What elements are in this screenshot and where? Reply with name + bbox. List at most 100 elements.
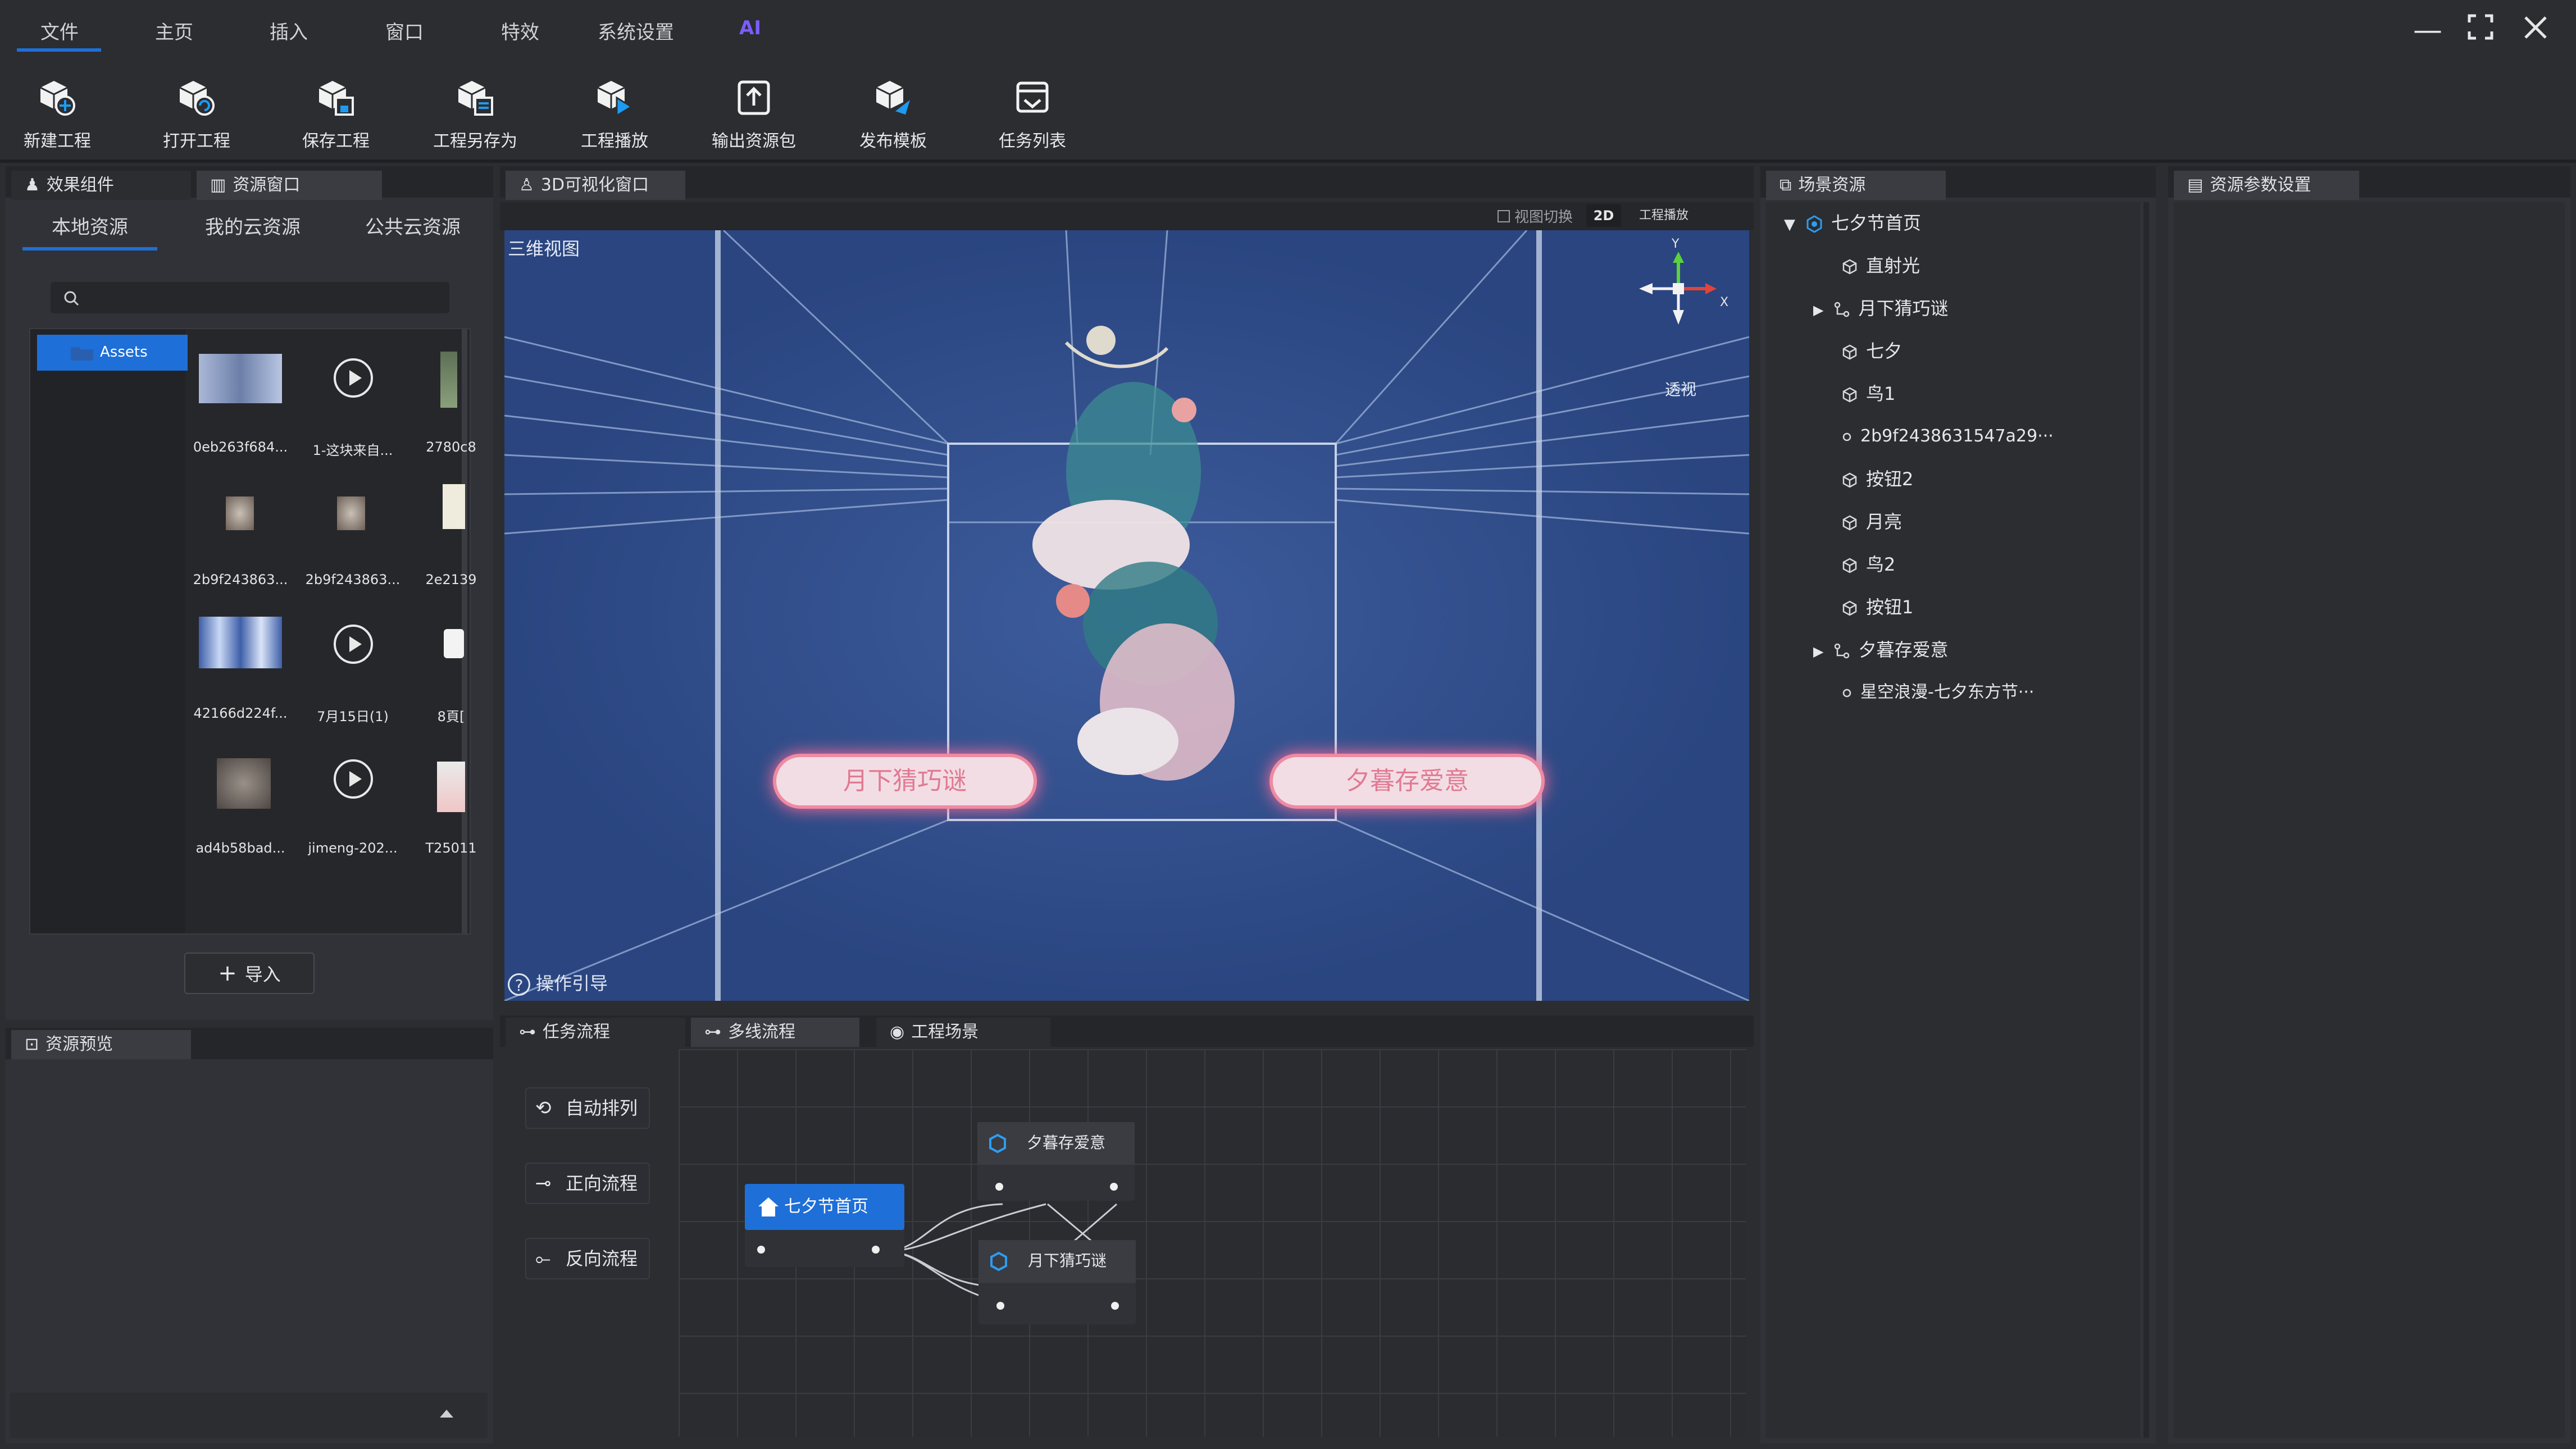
effect-components-icon: ♟ [25,175,40,195]
asset-thumb-5[interactable] [443,484,465,529]
tree-row-button2[interactable]: 按钮2 [1841,465,1913,493]
tree-row-qixi[interactable]: 七夕 [1841,337,1902,365]
tree-label: 直射光 [1866,255,1920,276]
close-icon[interactable] [2523,13,2548,47]
flow-node-evening[interactable]: 夕暮存爱意 [977,1122,1135,1201]
save-project-icon [318,81,354,116]
tree-row-root[interactable]: ▼ 七夕节首页 [1784,209,1921,237]
resource-panel: ♟ 效果组件 ▥ 资源窗口 本地资源 我的云资源 公共云资源 Assets 0eb2… [6,166,493,1020]
tab-effect-components[interactable]: ♟ 效果组件 [11,171,191,200]
tree-row-bird2[interactable]: 鸟2 [1841,550,1895,578]
tab-effect-components-label: 效果组件 [46,175,114,195]
save-as-button[interactable]: 工程另存为 [419,78,531,152]
expand-icon[interactable]: ▶ [1813,302,1823,318]
tree-label: 鸟1 [1866,383,1896,404]
viewport-canvas[interactable]: 三维视图 Y X 透视 月下猜巧谜 夕暮存爱意 ? 操作引导 [504,230,1749,1001]
asset-thumb-6[interactable] [199,617,282,668]
flow-port[interactable] [996,1302,1004,1310]
maximize-icon[interactable] [2467,13,2494,48]
folder-tree [30,329,185,933]
menu-bar: 文件 主页 插入 窗口 特效 系统设置 AI — [0,0,2576,66]
chevron-up-icon[interactable] [438,1407,455,1419]
home-icon [758,1197,779,1216]
folder-assets[interactable]: Assets [37,335,188,371]
asset-thumb-4[interactable] [337,496,365,530]
tab-resource-window[interactable]: ▥ 资源窗口 [197,171,382,200]
menu-file[interactable]: 文件 [40,17,79,44]
search-input[interactable] [51,282,449,313]
flow-node-home[interactable]: 七夕节首页 [745,1184,904,1267]
open-project-button[interactable]: 打开工程 [140,78,253,152]
tab-3d-viewport[interactable]: ♙ 3D可视化窗口 [506,171,685,200]
link-icon [1835,302,1850,317]
flow-port[interactable] [1111,1302,1119,1310]
tree-row-moon-riddle[interactable]: ▶ 月下猜巧谜 [1813,294,1948,322]
subtab-my-cloud[interactable]: 我的云资源 [174,208,331,247]
tree-row-asset-hash[interactable]: 2b9f2438631547a29··· [1841,422,2054,450]
scene-node-icon [990,1251,1007,1272]
new-project-button[interactable]: 新建工程 [1,78,113,152]
video-play-icon[interactable] [334,625,373,664]
asset-label-5: 2e2139 [425,572,477,587]
tree-row-starry[interactable]: 星空浪漫-七夕东方节··· [1841,678,2034,707]
expand-icon[interactable]: ▼ [1784,216,1795,233]
video-play-icon[interactable] [334,358,373,398]
save-project-button[interactable]: 保存工程 [280,78,392,152]
publish-template-label: 发布模板 [859,131,927,151]
view-switch-checkbox[interactable] [1498,210,1510,222]
viewport-play-button[interactable]: 工程播放 [1630,204,1697,227]
mode-2d-button[interactable]: 2D [1586,204,1621,227]
export-package-icon [738,80,770,115]
scene-button-right[interactable]: 夕暮存爱意 [1269,754,1545,809]
project-play-button[interactable]: 工程播放 [558,78,671,152]
export-package-button[interactable]: 输出资源包 [698,78,810,152]
flow-port[interactable] [1110,1183,1118,1191]
resource-subtabs: 本地资源 我的云资源 公共云资源 [6,208,493,253]
tree-row-evening-love[interactable]: ▶ 夕暮存爱意 [1813,636,1948,664]
menu-window[interactable]: 窗口 [385,17,424,44]
menu-insert[interactable]: 插入 [270,17,308,44]
asset-thumb-9[interactable] [217,758,271,809]
asset-thumb-3[interactable] [226,496,254,530]
save-project-label: 保存工程 [302,131,370,151]
tree-row-button1[interactable]: 按钮1 [1841,593,1913,621]
asset-thumb-11[interactable] [437,762,465,812]
publish-template-button[interactable]: 发布模板 [837,78,949,152]
view-switch-label: 视图切换 [1514,209,1573,226]
project-play-label: 工程播放 [581,131,648,151]
asset-label-11: T25011 [425,840,477,856]
flow-node-moon[interactable]: 月下猜巧谜 [978,1240,1136,1324]
flow-port[interactable] [872,1246,880,1254]
tree-row-moon[interactable]: 月亮 [1841,508,1902,536]
active-menu-indicator [17,48,101,52]
import-button[interactable]: + 导入 [184,953,315,994]
menu-system-settings[interactable]: 系统设置 [598,17,674,44]
menu-ai[interactable]: AI [739,17,761,39]
tree-row-bird1[interactable]: 鸟1 [1841,380,1895,408]
cube-icon [1842,344,1857,360]
flow-node-moon-label: 月下猜巧谜 [1028,1251,1107,1270]
operation-guide-button[interactable]: ? 操作引导 [508,969,608,997]
menu-effects[interactable]: 特效 [501,17,539,44]
subtab-public-cloud[interactable]: 公共云资源 [337,208,489,247]
save-as-label: 工程另存为 [433,131,517,151]
flow-port[interactable] [995,1183,1003,1191]
asset-thumb-8[interactable] [444,629,464,658]
publish-template-icon [876,81,910,115]
tab-resource-preview[interactable]: ⊡ 资源预览 [11,1030,191,1059]
orientation-gizmo-icon[interactable] [1633,244,1735,356]
perspective-label[interactable]: 透视 [1665,377,1696,400]
expand-icon[interactable]: ▶ [1813,644,1823,659]
minimize-icon[interactable]: — [2413,13,2442,47]
tab-params[interactable]: ▤ 资源参数设置 [2174,171,2359,200]
task-list-button[interactable]: 任务列表 [976,78,1089,152]
scene-button-left[interactable]: 月下猜巧谜 [773,754,1037,809]
tree-row-light[interactable]: 直射光 [1841,252,1920,280]
asset-thumb-2[interactable] [440,352,457,408]
flow-port[interactable] [757,1246,765,1254]
video-play-icon[interactable] [334,759,373,799]
task-list-icon [1016,81,1049,113]
asset-thumb-0[interactable] [199,354,282,403]
subtab-local-resources[interactable]: 本地资源 [22,208,157,247]
menu-home[interactable]: 主页 [155,17,193,44]
